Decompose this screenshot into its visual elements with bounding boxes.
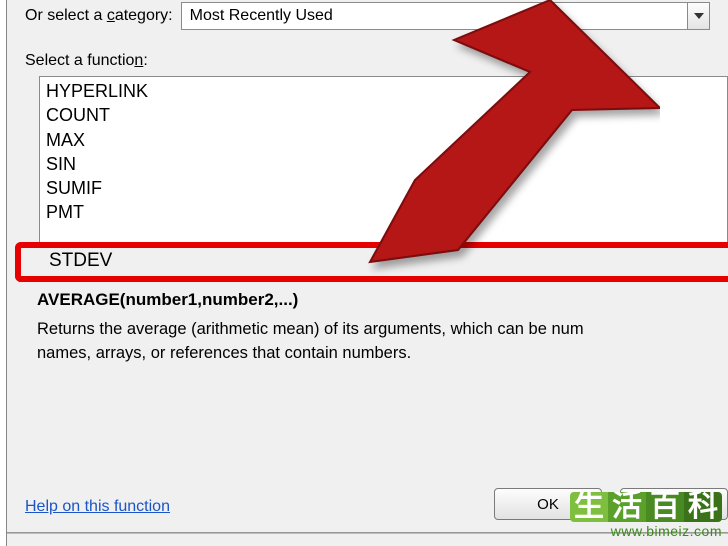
list-item[interactable]: SIN (46, 152, 721, 176)
highlight-box (15, 242, 728, 282)
select-function-label: Select a function: (7, 34, 728, 76)
function-description: Returns the average (arithmetic mean) of… (37, 318, 728, 366)
list-item[interactable]: PMT (46, 200, 721, 224)
list-item[interactable]: COUNT (46, 103, 721, 127)
category-value: Most Recently Used (190, 7, 333, 25)
category-combobox[interactable]: Most Recently Used (181, 2, 710, 30)
watermark-logo: 生 活 百 科 (570, 492, 722, 522)
function-syntax: AVERAGE(number1,number2,...) (37, 290, 298, 310)
help-link[interactable]: Help on this function (25, 498, 170, 516)
watermark: 生 活 百 科 www.bimeiz.com (570, 492, 722, 538)
list-item[interactable]: MAX (46, 128, 721, 152)
category-row: Or select a category: Most Recently Used (7, 0, 728, 34)
insert-function-dialog: Or select a category: Most Recently Used… (6, 0, 728, 546)
highlighted-function[interactable]: STDEV (49, 250, 112, 272)
category-label: Or select a category: (25, 7, 173, 25)
chevron-down-icon[interactable] (687, 3, 709, 29)
watermark-url: www.bimeiz.com (570, 524, 722, 538)
list-item[interactable]: HYPERLINK (46, 79, 721, 103)
function-listbox[interactable]: HYPERLINK COUNT MAX SIN SUMIF PMT (39, 76, 728, 246)
list-item[interactable]: SUMIF (46, 176, 721, 200)
